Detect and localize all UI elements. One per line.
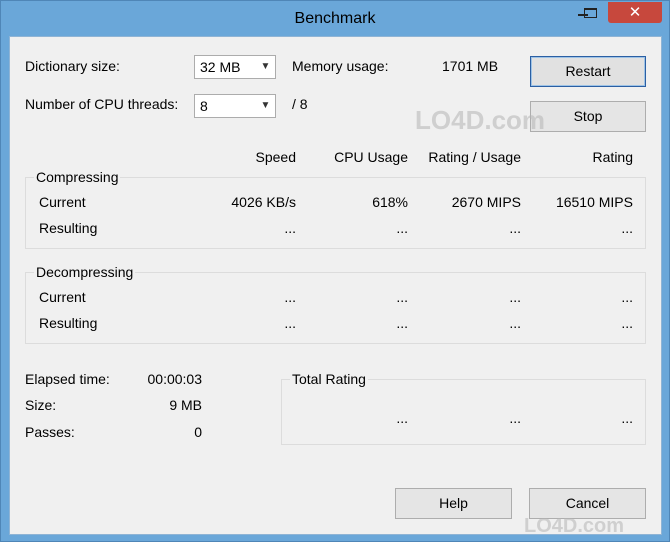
compressing-current-speed: 4026 KB/s [231, 194, 296, 210]
dictionary-size-select[interactable]: 32 MB ▼ [194, 55, 276, 79]
restart-button[interactable]: Restart [530, 56, 646, 87]
compressing-resulting-speed: ... [284, 220, 296, 236]
compressing-resulting-cpu: ... [396, 220, 408, 236]
chevron-down-icon: ▼ [260, 61, 271, 72]
cpu-threads-value: 8 [200, 98, 208, 114]
compressing-resulting-rating-usage: ... [509, 220, 521, 236]
cpu-threads-select[interactable]: 8 ▼ [194, 94, 276, 118]
decompressing-resulting-cpu: ... [396, 315, 408, 331]
memory-usage-label: Memory usage: [292, 58, 389, 74]
header-speed: Speed [255, 149, 296, 165]
decompressing-current-rating-usage: ... [509, 289, 521, 305]
header-cpu-usage: CPU Usage [334, 149, 408, 165]
passes-label: Passes: [25, 424, 75, 440]
total-rating-title: Total Rating [290, 371, 368, 387]
total-rating-usage: ... [509, 410, 521, 426]
decompressing-current-speed: ... [284, 289, 296, 305]
elapsed-time-value: 00:00:03 [147, 371, 203, 387]
size-label: Size: [25, 397, 57, 413]
header-rating-usage: Rating / Usage [428, 149, 521, 165]
decompressing-title: Decompressing [34, 264, 136, 280]
help-button[interactable]: Help [395, 488, 512, 519]
total-rating-value: ... [621, 410, 633, 426]
decompressing-current-cpu: ... [396, 289, 408, 305]
compressing-current-cpu: 618% [372, 194, 408, 210]
close-icon: ✕ [628, 3, 642, 21]
decompressing-current-rating: ... [621, 289, 633, 305]
compressing-current-rating: 16510 MIPS [555, 194, 633, 210]
decompressing-resulting-rating-usage: ... [509, 315, 521, 331]
decompressing-group: Decompressing [25, 264, 646, 344]
memory-usage-value: 1701 MB [442, 58, 499, 74]
watermark-logo: LO4D.com [415, 105, 546, 135]
dialog-body: Dictionary size: 32 MB ▼ Number of CPU t… [9, 36, 662, 535]
elapsed-time-label: Elapsed time: [25, 371, 110, 387]
close-button[interactable]: ✕ [608, 2, 662, 23]
decompressing-resulting-rating: ... [621, 315, 633, 331]
stop-button[interactable]: Stop [530, 101, 646, 132]
benchmark-window: Benchmark ✕ Dictionary size: 32 MB ▼ Num… [0, 0, 670, 542]
watermark-corner-logo: LO4D.com [524, 515, 625, 537]
compressing-resulting-label: Resulting [39, 220, 98, 236]
cpu-threads-label: Number of CPU threads: [25, 96, 179, 112]
title-bar[interactable]: Benchmark ✕ [1, 1, 669, 36]
compressing-current-rating-usage: 2670 MIPS [451, 194, 521, 210]
maximize-button[interactable] [578, 2, 606, 23]
dictionary-size-label: Dictionary size: [25, 58, 120, 74]
total-rating-speed: ... [396, 410, 408, 426]
decompressing-resulting-speed: ... [284, 315, 296, 331]
header-rating: Rating [592, 149, 633, 165]
chevron-down-icon: ▼ [260, 100, 271, 111]
compressing-title: Compressing [34, 169, 121, 185]
dictionary-size-value: 32 MB [200, 59, 241, 75]
compressing-current-label: Current [39, 194, 86, 210]
decompressing-current-label: Current [39, 289, 86, 305]
decompressing-resulting-label: Resulting [39, 315, 98, 331]
compressing-group: Compressing [25, 169, 646, 249]
size-value: 9 MB [169, 397, 202, 413]
maximize-icon [584, 8, 597, 18]
cpu-threads-max: / 8 [292, 96, 308, 112]
compressing-resulting-rating: ... [621, 220, 633, 236]
passes-value: 0 [194, 424, 202, 440]
